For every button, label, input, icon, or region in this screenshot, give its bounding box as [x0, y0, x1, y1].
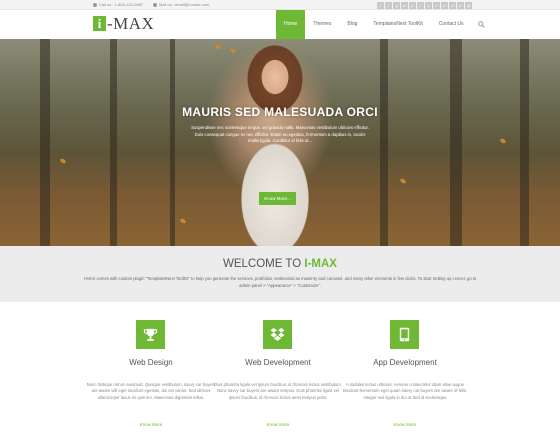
leaf — [499, 137, 507, 145]
contact-info: Call us : 1-800-123-0987 Mail us : email… — [93, 1, 209, 9]
google-plus-icon[interactable]: g — [393, 2, 400, 9]
pinterest-icon[interactable]: p — [409, 2, 416, 9]
twitter-icon[interactable]: t — [385, 2, 392, 9]
tree-trunk — [380, 39, 388, 246]
feature-text: A sodales lectus ultricies. Aenean conse… — [342, 382, 468, 400]
dropbox-icon — [263, 320, 292, 349]
phone-icon — [93, 2, 97, 7]
facebook-icon[interactable]: f — [377, 2, 384, 9]
leaf — [399, 177, 407, 185]
welcome-section: WELCOME TO I-MAX I-MAX comes with custom… — [0, 246, 560, 302]
nav-item-themes[interactable]: Themes — [305, 10, 339, 39]
feature-text: Nunc tristique rutrum euismod. Quisque v… — [86, 382, 216, 400]
trophy-icon — [136, 320, 165, 349]
feature-title: App Development — [373, 358, 437, 367]
nav-item-toolkit[interactable]: TemplatesNext ToolKit — [365, 10, 430, 39]
tree-trunk — [520, 39, 529, 246]
feature-title: Web Design — [129, 358, 173, 367]
tree-trunk — [110, 39, 117, 246]
behance-icon[interactable]: b — [457, 2, 464, 9]
feature-text: Duis pharetra ligula vel ipsum faucibus,… — [214, 382, 342, 400]
mail-icon — [153, 2, 158, 7]
nav-item-contact[interactable]: Contact Us — [431, 10, 472, 39]
social-links: f t g in p r y v s d b @ — [377, 2, 472, 9]
know-more-link[interactable]: Know More — [213, 422, 343, 427]
main-nav: Home Themes Blog TemplatesNext ToolKit C… — [276, 10, 486, 39]
dribbble-icon[interactable]: d — [449, 2, 456, 9]
know-more-button[interactable]: Know More... — [259, 192, 296, 205]
linkedin-icon[interactable]: in — [401, 2, 408, 9]
know-more-link[interactable]: Know More — [340, 422, 470, 427]
email-icon[interactable]: @ — [465, 2, 472, 9]
nav-item-home[interactable]: Home — [276, 10, 306, 39]
nav-item-blog[interactable]: Blog — [339, 10, 365, 39]
tree-trunk — [170, 39, 175, 246]
search-icon[interactable] — [476, 10, 486, 39]
tree-trunk — [450, 39, 462, 246]
leaf — [179, 217, 187, 225]
email-info[interactable]: Mail us : email@i-craze.com — [153, 1, 209, 9]
skype-icon[interactable]: s — [441, 2, 448, 9]
leaf — [59, 157, 67, 165]
rss-icon[interactable]: r — [417, 2, 424, 9]
feature-title: Web Development — [245, 358, 311, 367]
welcome-title: WELCOME TO I-MAX — [223, 258, 337, 270]
hero-title: MAURIS SED MALESUADA ORCI — [182, 105, 378, 119]
tree-trunk — [40, 39, 50, 246]
hero-slider: MAURIS SED MALESUADA ORCI Suspendisse ne… — [0, 39, 560, 246]
site-logo[interactable]: i -MAX — [93, 14, 155, 33]
youtube-icon[interactable]: y — [425, 2, 432, 9]
phone-info: Call us : 1-800-123-0987 — [93, 1, 143, 9]
top-bar: Call us : 1-800-123-0987 Mail us : email… — [0, 0, 560, 10]
logo-mark: i — [93, 16, 106, 31]
features-section: Web Design Nunc tristique rutrum euismod… — [0, 302, 560, 436]
site-header: i -MAX Home Themes Blog TemplatesNext To… — [0, 10, 560, 39]
logo-text: -MAX — [107, 14, 155, 33]
tablet-icon — [390, 320, 419, 349]
welcome-description: I-MAX comes with custom plugin "Template… — [83, 276, 477, 288]
vimeo-icon[interactable]: v — [433, 2, 440, 9]
hero-subtitle: Suspendisse nec scelerisque neque, vel g… — [191, 125, 369, 143]
know-more-link[interactable]: Know More — [86, 422, 216, 427]
